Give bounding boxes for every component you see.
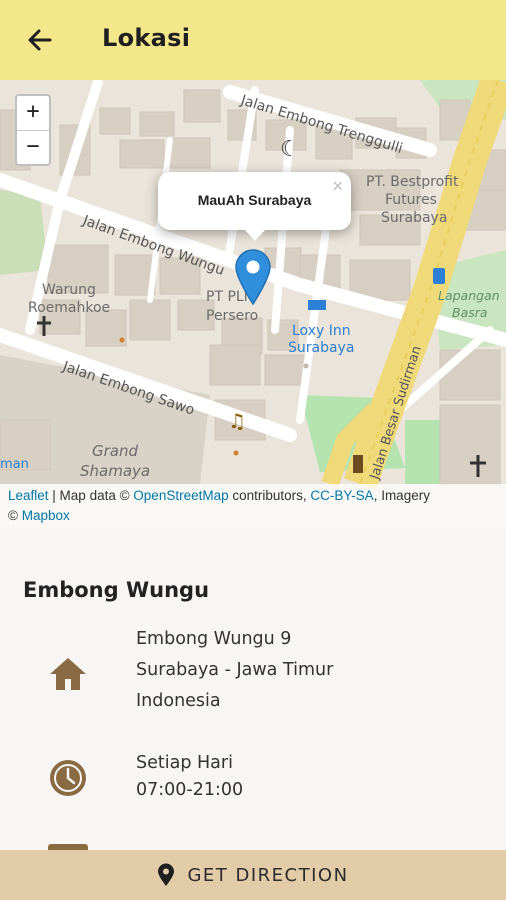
poi-label: PT. Bestprofit <box>366 174 459 190</box>
zoom-in-button[interactable]: + <box>17 96 49 131</box>
license-link[interactable]: CC-BY-SA <box>310 488 373 503</box>
location-marker[interactable] <box>234 248 272 306</box>
osm-link[interactable]: OpenStreetMap <box>133 488 228 503</box>
poi-label: Persero <box>206 308 258 324</box>
monument-icon <box>353 455 363 473</box>
poi-dot <box>303 363 309 369</box>
place-name: Embong Wungu <box>23 578 210 602</box>
poi-dot <box>233 450 239 456</box>
poi-label: Basra <box>452 305 488 320</box>
location-pin-icon <box>158 863 175 886</box>
poi-label: Loxy Inn <box>292 323 351 339</box>
arrow-back-icon <box>28 29 52 51</box>
hours-label: Setiap Hari <box>136 753 233 773</box>
poi-label: Shamaya <box>80 462 150 480</box>
marker-popup: MauAh Surabaya × <box>158 172 351 241</box>
map-pin-icon <box>235 249 271 306</box>
map-view[interactable]: Jalan Embong Trenggulli Jalan Embong Wun… <box>0 80 506 528</box>
address-line1: Embong Wungu 9 <box>136 629 292 649</box>
poi-label: Futures <box>385 192 437 208</box>
poi-label: Roemahkoe <box>28 300 110 316</box>
mapbox-link[interactable]: Mapbox <box>22 508 70 523</box>
hours-value: 07:00-21:00 <box>136 780 244 800</box>
poi-label: Warung <box>42 282 96 298</box>
poi-dot <box>119 337 125 343</box>
poi-label: Lapangan <box>438 288 500 303</box>
poi-label: Surabaya <box>381 210 447 226</box>
poi-label: Grand <box>92 442 138 460</box>
location-info: Embong Wungu Embong Wungu 9 Surabaya - J… <box>0 528 506 854</box>
attribution-text: , Imagery <box>373 488 430 503</box>
zoom-control: + − <box>15 94 51 166</box>
music-icon: ♫ <box>228 409 246 433</box>
park-area <box>405 420 440 484</box>
back-button[interactable] <box>20 20 60 60</box>
get-direction-label: GET DIRECTION <box>187 864 349 886</box>
hotel-icon <box>308 300 326 310</box>
popup-title: MauAh Surabaya <box>197 192 312 208</box>
zoom-out-button[interactable]: − <box>17 131 49 165</box>
address-block: Embong Wungu 9 Surabaya - Jawa Timur Ind… <box>136 624 333 717</box>
mosque-icon: ☾ <box>280 137 300 162</box>
page-title: Lokasi <box>102 24 191 52</box>
attribution-text: | Map data © <box>48 488 134 503</box>
bus-stop-icon <box>433 268 445 284</box>
clock-icon <box>50 760 86 796</box>
attribution-text: © <box>8 508 22 523</box>
app-bar: Lokasi <box>0 0 506 80</box>
home-icon <box>50 658 86 690</box>
get-direction-button[interactable]: GET DIRECTION <box>0 850 506 900</box>
hours-block: Setiap Hari 07:00-21:00 <box>136 750 243 804</box>
address-line3: Indonesia <box>136 691 221 711</box>
attribution-text: contributors, <box>228 488 311 503</box>
poi-label: Surabaya <box>288 340 354 356</box>
address-line2: Surabaya - Jawa Timur <box>136 660 334 680</box>
leaflet-link[interactable]: Leaflet <box>8 488 49 503</box>
popup-close-button[interactable]: × <box>332 176 343 197</box>
poi-label: man <box>0 457 29 472</box>
map-attribution: Leaflet | Map data © OpenStreetMap contr… <box>0 484 506 528</box>
